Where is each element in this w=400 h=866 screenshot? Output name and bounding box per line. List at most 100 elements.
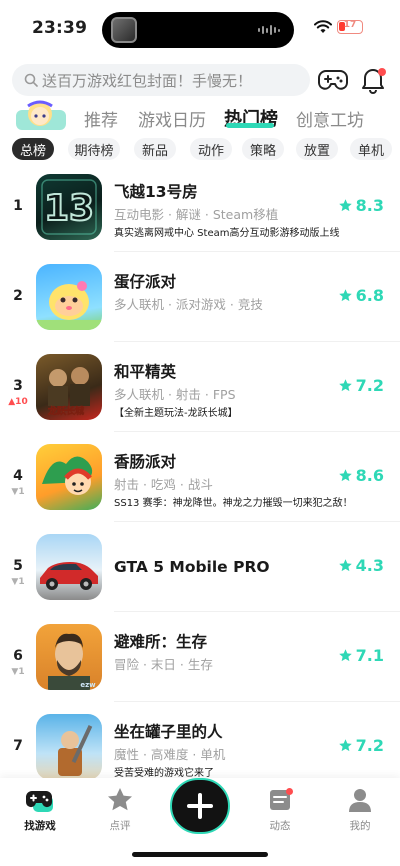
list-item[interactable]: 4 ▼1 香肠派对 射击 · 吃鸡 · 战斗 SS13 赛季：神龙降世。神龙之力… <box>0 434 400 522</box>
chip-new[interactable]: 新品 <box>134 138 176 160</box>
rating-value: 8.3 <box>355 196 384 215</box>
app-icon-text: 13 <box>44 188 94 229</box>
tab-creative-workshop[interactable]: 创意工坊 <box>296 106 364 131</box>
rating-value: 7.2 <box>355 736 384 755</box>
rating: 6.8 <box>338 286 384 305</box>
app-icon[interactable]: 13 <box>36 174 102 240</box>
wifi-icon <box>314 20 332 33</box>
main-tabs: 推荐 游戏日历 热门榜 创意工坊 <box>0 100 400 136</box>
row-divider <box>114 521 400 522</box>
app-icon[interactable] <box>36 444 102 510</box>
nav-label: 点评 <box>109 820 131 832</box>
tab-game-calendar[interactable]: 游戏日历 <box>138 106 206 131</box>
list-item[interactable]: 5 ▼1 GTA 5 Mobile PRO 4.3 <box>0 524 400 612</box>
app-icon-text: 龙跃长城 <box>47 405 84 417</box>
rank-number: 2 <box>13 288 23 304</box>
app-tags: 多人联机 · 派对游戏 · 竞技 <box>114 297 263 312</box>
app-icon[interactable] <box>36 534 102 600</box>
list-item[interactable]: 6 ▼1 ezw 避难所：生存 冒险 · 末日 · 生存 7.1 <box>0 614 400 702</box>
nav-find-games[interactable]: 找游戏 <box>10 786 70 833</box>
row-divider <box>114 431 400 432</box>
star-icon <box>108 788 132 811</box>
chip-overall[interactable]: 总榜 <box>12 138 54 160</box>
app-description: 受苦受难的游戏它来了 <box>114 768 214 779</box>
app-icon[interactable] <box>36 264 102 330</box>
star-icon <box>338 289 352 302</box>
app-name: 香肠派对 <box>114 453 177 471</box>
star-icon <box>338 199 352 212</box>
dynamic-island[interactable] <box>102 12 294 48</box>
chip-single-player[interactable]: 单机 <box>350 138 392 160</box>
star-icon <box>338 649 352 662</box>
row-divider <box>114 701 400 702</box>
rank-number: 3 <box>13 378 23 394</box>
app-name: 蛋仔派对 <box>114 273 177 291</box>
app-name: 坐在罐子里的人 <box>114 723 223 741</box>
audio-wave-icon <box>258 25 280 35</box>
list-item[interactable]: 1 13 飞越13号房 互动电影 · 解谜 · Steam移植 真实逃离网戒中心… <box>0 164 400 252</box>
app-tags: 魔性 · 高难度 · 单机 <box>114 747 226 762</box>
app-icon[interactable] <box>36 714 102 780</box>
battery-icon: 17 <box>337 20 363 34</box>
star-icon <box>338 469 352 482</box>
home-indicator <box>132 852 268 857</box>
nav-feed[interactable]: 动态 <box>250 786 310 833</box>
rank-number: 4 <box>13 468 23 484</box>
rating: 7.2 <box>338 736 384 755</box>
rating-value: 7.1 <box>355 646 384 665</box>
profile-icon <box>349 789 371 812</box>
create-post-button[interactable] <box>170 778 230 834</box>
search-input[interactable]: 送百万游戏红包封面！手慢无！ <box>12 64 310 96</box>
plus-icon <box>187 793 213 819</box>
rank-number: 5 <box>13 558 23 574</box>
gamepad-icon[interactable] <box>318 67 348 93</box>
rank-change-down: ▼1 <box>11 667 25 677</box>
notification-badge <box>378 68 386 76</box>
rating-value: 4.3 <box>355 556 384 575</box>
rank-change-up: ▲10 <box>8 397 28 407</box>
star-icon <box>338 739 352 752</box>
rating: 7.1 <box>338 646 384 665</box>
nav-reviews[interactable]: 点评 <box>90 786 150 833</box>
tab-recommend[interactable]: 推荐 <box>84 106 118 131</box>
nav-label: 动态 <box>269 820 291 832</box>
rank-change-down: ▼1 <box>11 577 25 587</box>
list-item[interactable]: 2 蛋仔派对 多人联机 · 派对游戏 · 竞技 6.8 <box>0 254 400 342</box>
app-description: 【全新主题玩法-龙跃长城】 <box>114 408 238 419</box>
star-icon <box>338 559 352 572</box>
active-tab-indicator <box>226 123 274 128</box>
chip-anticipated[interactable]: 期待榜 <box>68 138 120 160</box>
rank-number: 7 <box>13 738 23 754</box>
app-tags: 射击 · 吃鸡 · 战斗 <box>114 477 213 492</box>
rating-value: 7.2 <box>355 376 384 395</box>
list-item[interactable]: 3 ▲10 龙跃长城 和平精英 多人联机 · 射击 · FPS 【全新主题玩法-… <box>0 344 400 432</box>
rank-number: 1 <box>13 198 23 214</box>
nav-label: 找游戏 <box>24 820 56 832</box>
now-playing-thumbnail <box>111 17 137 43</box>
chip-action[interactable]: 动作 <box>190 138 232 160</box>
mascot-logo[interactable] <box>14 100 72 132</box>
rating: 8.3 <box>338 196 384 215</box>
rating-value: 6.8 <box>355 286 384 305</box>
app-tags: 多人联机 · 射击 · FPS <box>114 387 236 402</box>
rating: 7.2 <box>338 376 384 395</box>
app-name: 飞越13号房 <box>114 183 198 201</box>
chip-strategy[interactable]: 策略 <box>242 138 284 160</box>
battery-level: 17 <box>343 20 357 30</box>
row-divider <box>114 251 400 252</box>
nav-profile[interactable]: 我的 <box>330 786 390 833</box>
app-name: 和平精英 <box>114 363 177 381</box>
rating-value: 8.6 <box>355 466 384 485</box>
app-description: SS13 赛季：神龙降世。神龙之力摧毁一切来犯之敌！ <box>114 498 353 509</box>
app-icon[interactable]: 龙跃长城 <box>36 354 102 420</box>
app-icon[interactable]: ezw <box>36 624 102 690</box>
rank-number: 6 <box>13 648 23 664</box>
search-placeholder: 送百万游戏红包封面！手慢无！ <box>42 71 253 90</box>
notification-badge <box>286 788 293 795</box>
search-icon <box>24 73 38 87</box>
rank-change-down: ▼1 <box>11 487 25 497</box>
app-description: 真实逃离网戒中心 Steam高分互动影游移动版上线 <box>114 228 340 239</box>
rating: 8.6 <box>338 466 384 485</box>
chip-idle[interactable]: 放置 <box>296 138 338 160</box>
app-tags: 互动电影 · 解谜 · Steam移植 <box>114 207 279 222</box>
